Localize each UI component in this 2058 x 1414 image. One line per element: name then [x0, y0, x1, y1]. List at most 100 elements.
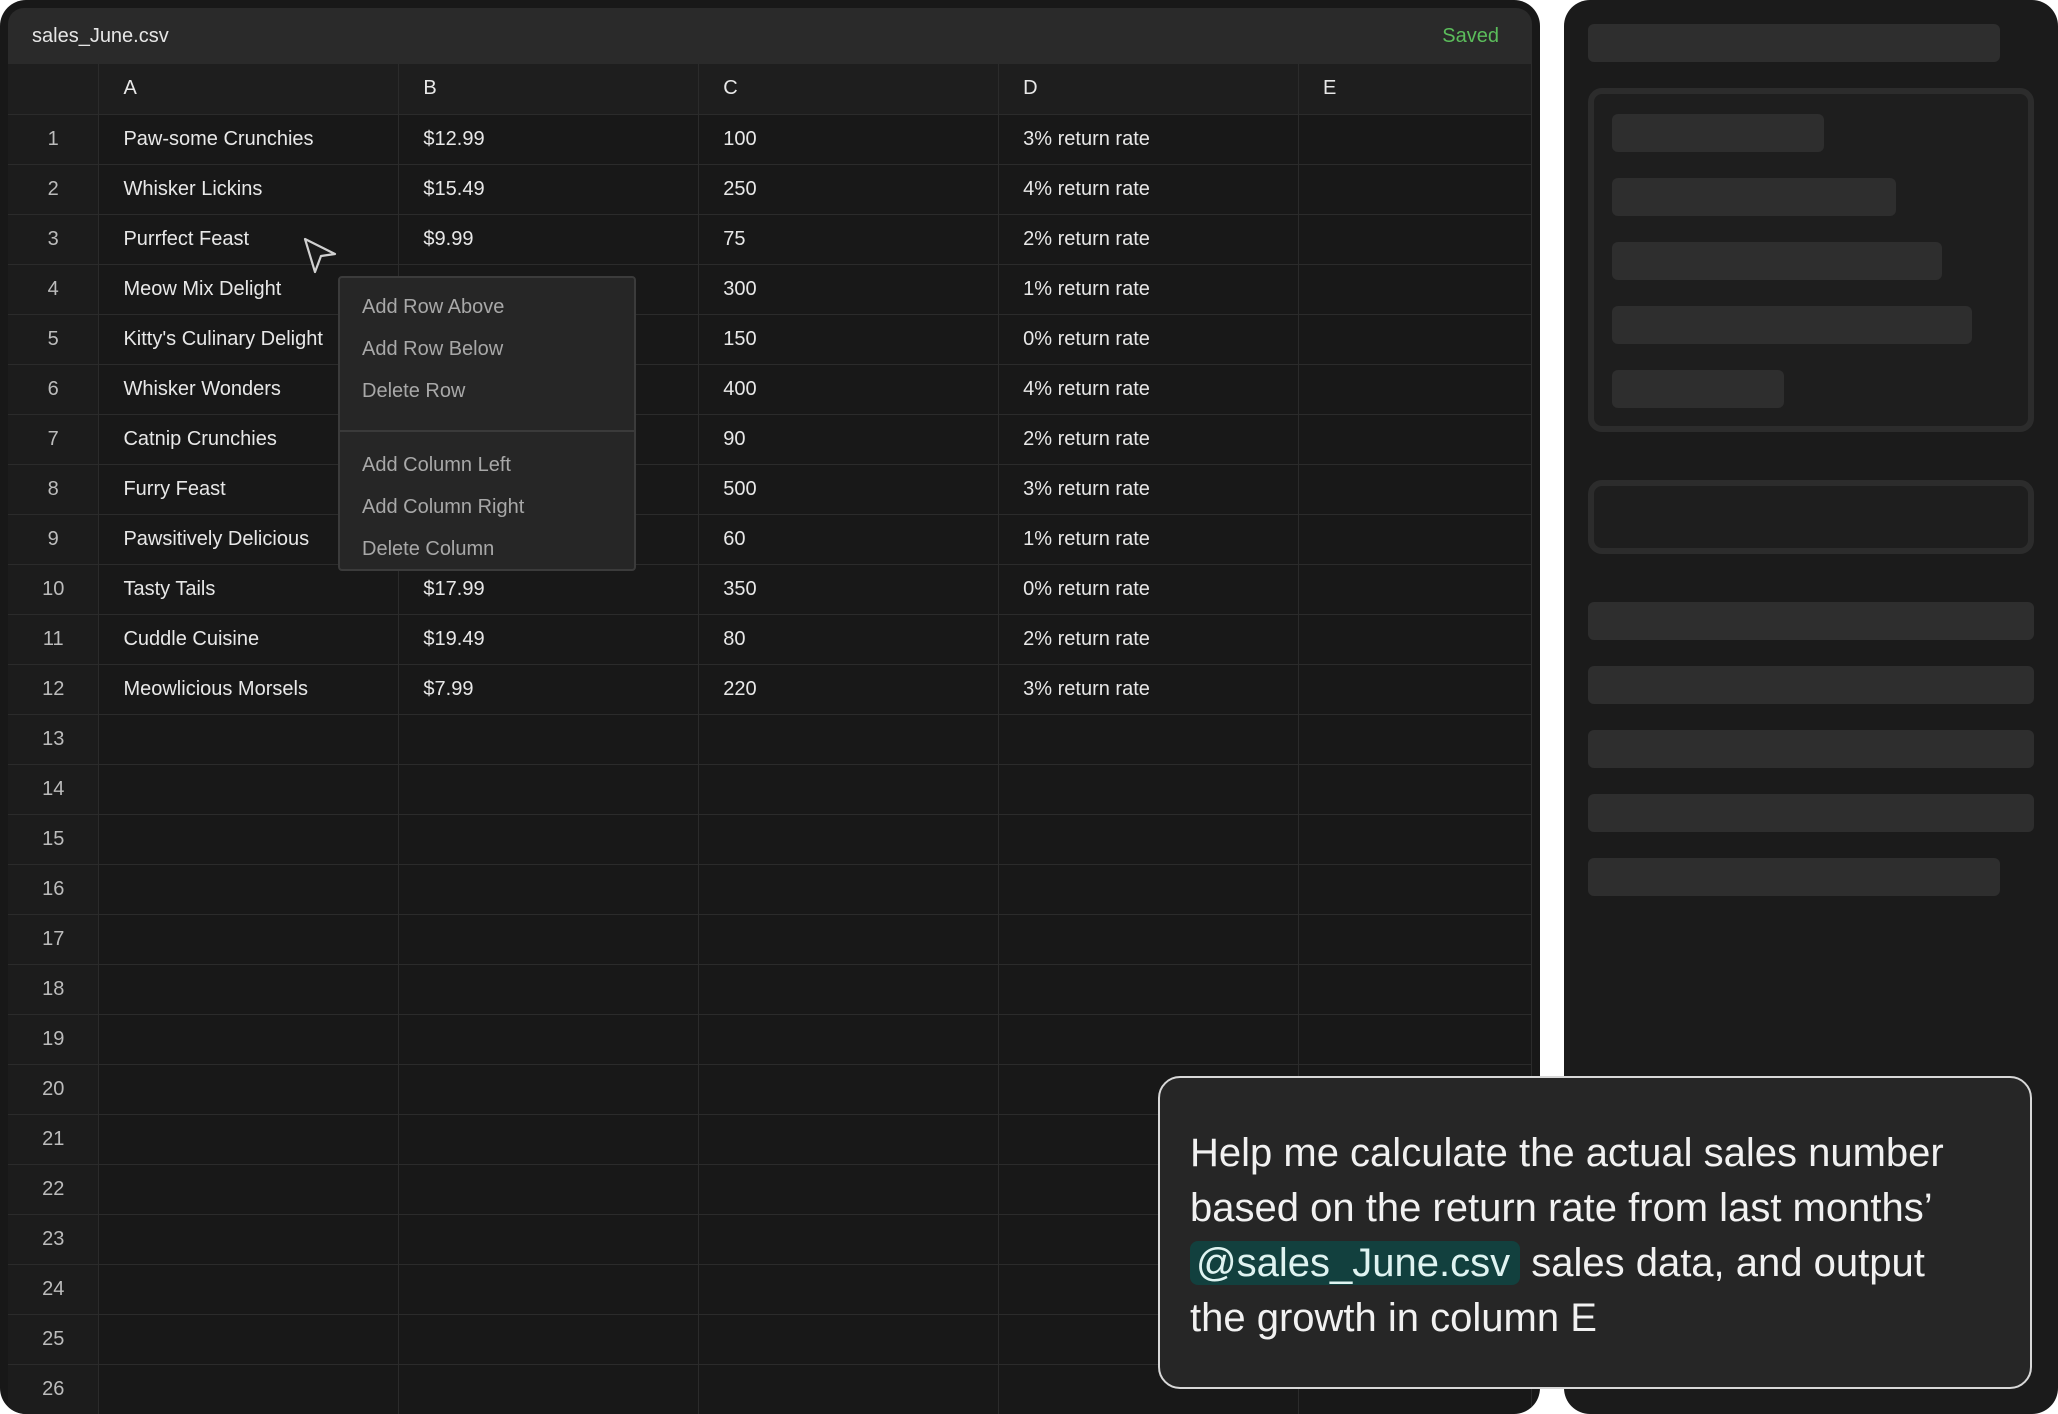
grid-cell[interactable] [698, 964, 1000, 1015]
grid-cell[interactable] [1298, 364, 1532, 415]
grid-cell[interactable]: $12.99 [398, 114, 700, 165]
column-header[interactable]: E [1298, 64, 1532, 115]
grid-cell[interactable]: Meowlicious Morsels [98, 664, 400, 715]
grid-cell[interactable] [698, 714, 1000, 765]
grid-cell[interactable] [1298, 764, 1532, 815]
grid-cell[interactable] [998, 914, 1300, 965]
grid-cell[interactable] [398, 1214, 700, 1265]
grid-cell[interactable] [998, 864, 1300, 915]
grid-cell[interactable] [398, 714, 700, 765]
row-number[interactable]: 14 [8, 764, 100, 815]
grid-cell[interactable]: 3% return rate [998, 464, 1300, 515]
grid-cell[interactable] [398, 964, 700, 1015]
grid-cell[interactable]: Paw-some Crunchies [98, 114, 400, 165]
grid-cell[interactable]: 90 [698, 414, 1000, 465]
grid-cell[interactable] [398, 1014, 700, 1065]
row-number[interactable]: 18 [8, 964, 100, 1015]
grid-cell[interactable] [98, 714, 400, 765]
grid-cell[interactable] [1298, 464, 1532, 515]
grid-cell[interactable] [98, 964, 400, 1015]
row-number[interactable]: 1 [8, 114, 100, 165]
grid-cell[interactable]: 300 [698, 264, 1000, 315]
column-header[interactable]: A [98, 64, 400, 115]
grid-cell[interactable]: Tasty Tails [98, 564, 400, 615]
grid-cell[interactable] [698, 864, 1000, 915]
grid-cell[interactable] [698, 914, 1000, 965]
grid-cell[interactable] [1298, 664, 1532, 715]
row-number[interactable]: 26 [8, 1364, 100, 1414]
grid-cell[interactable] [398, 864, 700, 915]
grid-cell[interactable]: 75 [698, 214, 1000, 265]
grid-cell[interactable] [98, 1164, 400, 1215]
grid-cell[interactable] [998, 964, 1300, 1015]
grid-cell[interactable] [398, 1314, 700, 1365]
grid-cell[interactable]: 400 [698, 364, 1000, 415]
grid-cell[interactable] [398, 1264, 700, 1315]
row-number[interactable]: 12 [8, 664, 100, 715]
grid-cell[interactable]: 4% return rate [998, 364, 1300, 415]
row-number[interactable]: 6 [8, 364, 100, 415]
grid-cell[interactable] [998, 764, 1300, 815]
grid-cell[interactable] [98, 1114, 400, 1165]
row-number[interactable]: 9 [8, 514, 100, 565]
grid-cell[interactable]: 2% return rate [998, 614, 1300, 665]
grid-cell[interactable]: $7.99 [398, 664, 700, 715]
grid-cell[interactable] [98, 814, 400, 865]
row-number[interactable]: 11 [8, 614, 100, 665]
grid-cell[interactable]: 0% return rate [998, 564, 1300, 615]
grid-cell[interactable] [98, 1264, 400, 1315]
grid-cell[interactable] [1298, 614, 1532, 665]
grid-cell[interactable]: $15.49 [398, 164, 700, 215]
grid-cell[interactable]: 350 [698, 564, 1000, 615]
grid-cell[interactable]: 500 [698, 464, 1000, 515]
grid-cell[interactable] [998, 1014, 1300, 1065]
row-number[interactable]: 13 [8, 714, 100, 765]
grid-cell[interactable] [98, 1064, 400, 1115]
grid-cell[interactable] [98, 1214, 400, 1265]
grid-cell[interactable] [698, 814, 1000, 865]
grid-cell[interactable] [398, 1114, 700, 1165]
grid-cell[interactable] [698, 1314, 1000, 1365]
select-all-corner[interactable] [8, 64, 100, 115]
grid-cell[interactable] [1298, 864, 1532, 915]
row-number[interactable]: 2 [8, 164, 100, 215]
grid-cell[interactable]: 1% return rate [998, 514, 1300, 565]
row-number[interactable]: 15 [8, 814, 100, 865]
grid-cell[interactable] [398, 1364, 700, 1414]
grid-cell[interactable]: 80 [698, 614, 1000, 665]
grid-cell[interactable]: 150 [698, 314, 1000, 365]
grid-cell[interactable]: Whisker Lickins [98, 164, 400, 215]
grid-cell[interactable]: 3% return rate [998, 114, 1300, 165]
grid-cell[interactable] [398, 814, 700, 865]
grid-cell[interactable] [398, 914, 700, 965]
menu-item-add-row-above[interactable]: Add Row Above [340, 286, 634, 328]
grid-cell[interactable]: 220 [698, 664, 1000, 715]
grid-cell[interactable] [98, 764, 400, 815]
grid-cell[interactable] [98, 1364, 400, 1414]
grid-cell[interactable] [1298, 514, 1532, 565]
row-number[interactable]: 24 [8, 1264, 100, 1315]
grid-cell[interactable] [1298, 264, 1532, 315]
grid-cell[interactable]: $9.99 [398, 214, 700, 265]
row-number[interactable]: 10 [8, 564, 100, 615]
row-number[interactable]: 19 [8, 1014, 100, 1065]
grid-cell[interactable]: 1% return rate [998, 264, 1300, 315]
row-number[interactable]: 7 [8, 414, 100, 465]
row-number[interactable]: 17 [8, 914, 100, 965]
row-number[interactable]: 22 [8, 1164, 100, 1215]
grid-cell[interactable] [1298, 314, 1532, 365]
menu-item-delete-row[interactable]: Delete Row [340, 370, 634, 412]
grid-cell[interactable] [98, 1314, 400, 1365]
grid-cell[interactable] [1298, 414, 1532, 465]
row-number[interactable]: 20 [8, 1064, 100, 1115]
grid-cell[interactable] [98, 1014, 400, 1065]
grid-cell[interactable] [698, 1364, 1000, 1414]
row-number[interactable]: 3 [8, 214, 100, 265]
grid-cell[interactable]: Cuddle Cuisine [98, 614, 400, 665]
grid-cell[interactable] [1298, 714, 1532, 765]
grid-cell[interactable] [998, 814, 1300, 865]
menu-item-add-column-left[interactable]: Add Column Left [340, 444, 634, 486]
grid-cell[interactable]: 2% return rate [998, 414, 1300, 465]
row-number[interactable]: 5 [8, 314, 100, 365]
grid-cell[interactable] [98, 914, 400, 965]
